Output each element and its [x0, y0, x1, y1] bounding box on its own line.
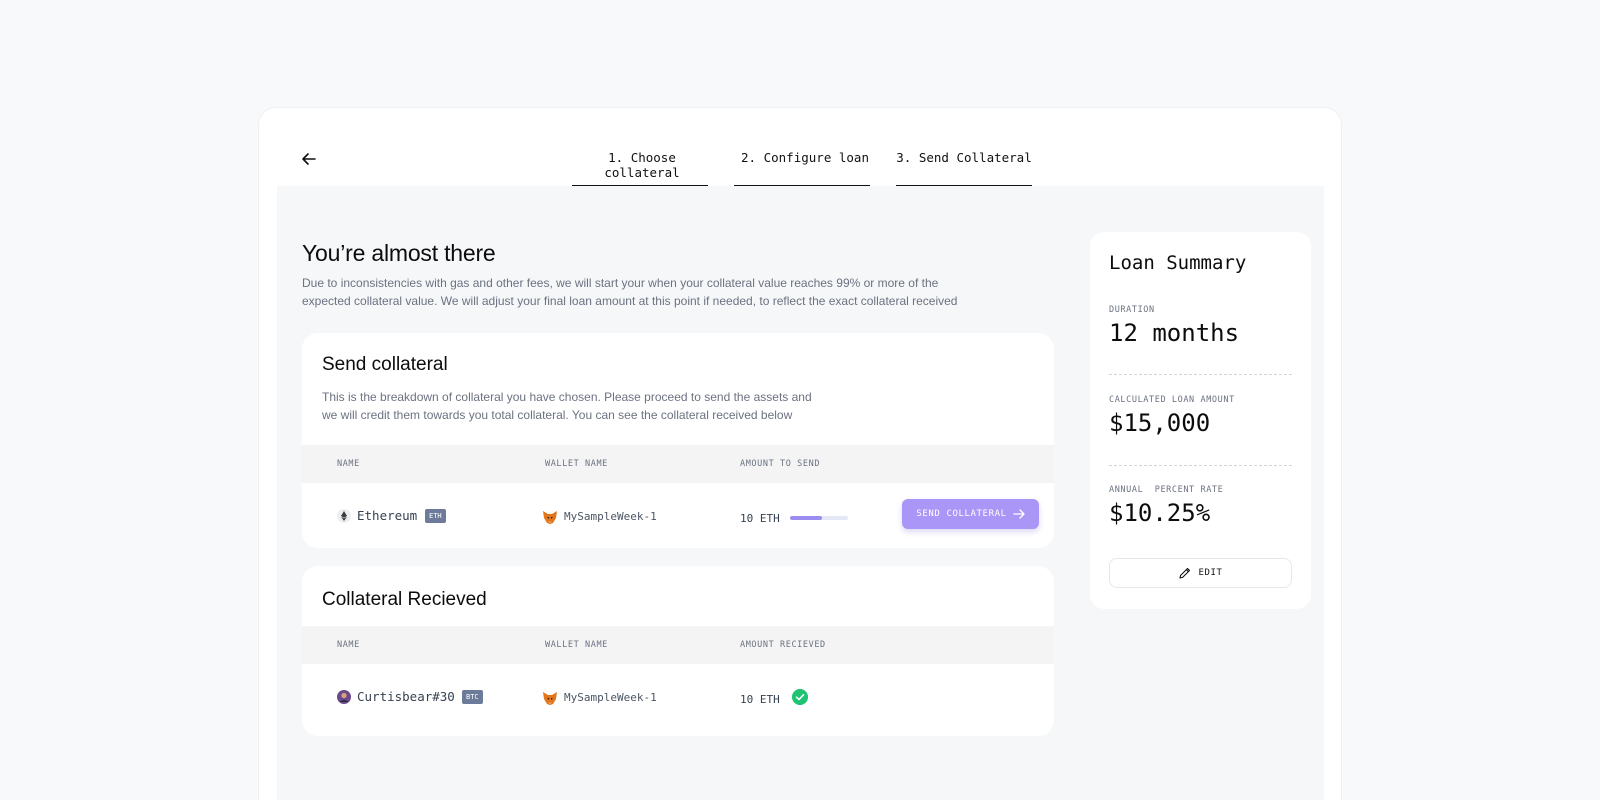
step-choose-collateral[interactable]: 1. Choose collateral	[572, 150, 712, 180]
section-title: Collateral Recieved	[322, 589, 487, 610]
table-header: NAME WALLET NAME AMOUNT RECIEVED	[302, 626, 1054, 664]
apr-value: $10.25%	[1109, 499, 1211, 527]
col-wallet: WALLET NAME	[545, 640, 608, 650]
col-name: NAME	[337, 640, 360, 650]
send-collateral-panel: Send collateral This is the breakdown of…	[302, 333, 1054, 548]
send-progress-fill	[790, 516, 822, 520]
step-configure-loan[interactable]: 2. Configure loan	[735, 150, 875, 165]
apr-label: ANNUAL PERCENT RATE	[1109, 485, 1224, 495]
page-description: Due to inconsistencies with gas and othe…	[302, 276, 958, 308]
loan-amount-value: $15,000	[1109, 409, 1211, 437]
asset-tag: BTC	[462, 690, 483, 704]
metamask-fox-icon	[543, 692, 557, 705]
metamask-fox-icon	[543, 511, 557, 524]
col-name: NAME	[337, 459, 360, 469]
loan-amount-label: CALCULATED LOAN AMOUNT	[1109, 395, 1235, 405]
table-header: NAME WALLET NAME AMOUNT TO SEND	[302, 445, 1054, 483]
col-wallet: WALLET NAME	[545, 459, 608, 469]
col-amount: AMOUNT TO SEND	[740, 459, 821, 469]
divider	[1109, 374, 1292, 375]
page-title: You’re almost there	[302, 240, 496, 266]
loan-summary-card: Loan Summary DURATION 12 months CALCULAT…	[1090, 232, 1311, 609]
arrow-right-icon	[1012, 509, 1025, 519]
ethereum-icon	[337, 509, 351, 523]
duration-label: DURATION	[1109, 305, 1155, 315]
amount: 10 ETH	[740, 512, 780, 525]
divider	[1109, 465, 1292, 466]
back-arrow-icon[interactable]	[300, 150, 318, 168]
amount: 10 ETH	[740, 693, 780, 706]
section-title: Send collateral	[322, 354, 448, 375]
collateral-received-panel: Collateral Recieved NAME WALLET NAME AMO…	[302, 566, 1054, 736]
asset-tag: ETH	[425, 509, 446, 523]
send-progress-bar	[790, 516, 848, 520]
asset-name: Curtisbear#30	[357, 689, 455, 704]
asset-name: Ethereum	[357, 508, 418, 523]
section-description: This is the breakdown of collateral you …	[322, 390, 812, 422]
col-amount: AMOUNT RECIEVED	[740, 640, 826, 650]
table-row: Curtisbear#30 BTC MySampleWeek-1 10 ETH	[302, 664, 1054, 730]
wallet-name: MySampleWeek-1	[564, 510, 657, 523]
duration-value: 12 months	[1109, 319, 1240, 347]
table-row: Ethereum ETH MySampleWeek-1 10 ETH SEND …	[302, 483, 1054, 548]
summary-title: Loan Summary	[1109, 252, 1247, 274]
edit-label: EDIT	[1198, 568, 1223, 578]
pencil-icon	[1179, 567, 1191, 579]
check-circle-icon	[792, 689, 808, 705]
avatar-icon	[337, 690, 351, 704]
wallet-name: MySampleWeek-1	[564, 691, 657, 704]
edit-button[interactable]: EDIT	[1109, 558, 1292, 588]
send-collateral-button[interactable]: SEND COLLATERAL	[902, 499, 1039, 529]
step-send-collateral[interactable]: 3. Send Collateral	[894, 150, 1034, 165]
button-label: SEND COLLATERAL	[916, 509, 1007, 519]
